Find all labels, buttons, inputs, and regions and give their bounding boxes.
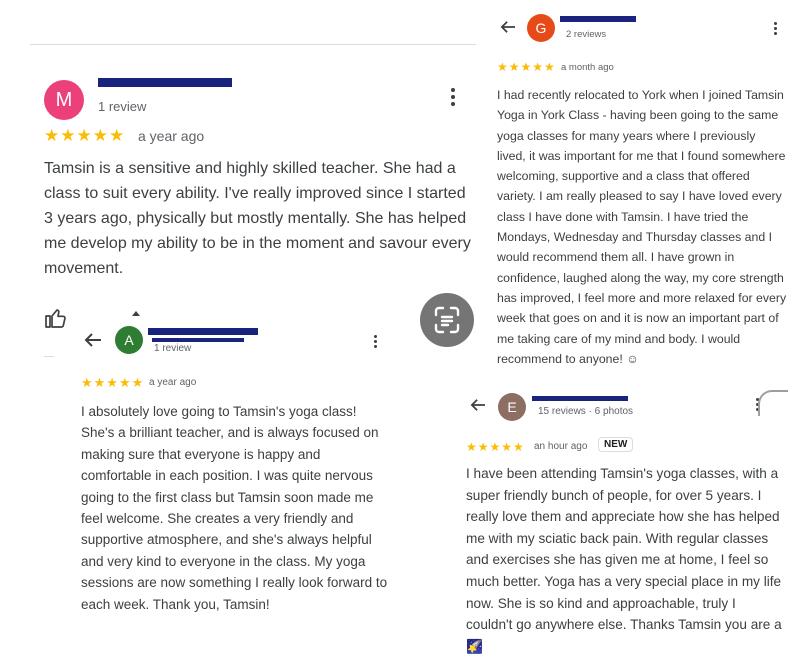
new-badge: NEW: [598, 437, 634, 452]
divider: [44, 356, 54, 357]
review-text: I absolutely love going to Tamsin's yoga…: [81, 404, 388, 612]
redacted-name: [98, 78, 232, 87]
avatar-letter: A: [124, 332, 134, 348]
avatar-letter: M: [55, 88, 73, 111]
review-time: a year ago: [138, 128, 205, 144]
back-arrow-icon[interactable]: [470, 398, 486, 417]
review-text: Tamsin is a sensitive and highly skilled…: [44, 160, 471, 277]
thumbs-up-icon[interactable]: [44, 306, 68, 330]
reviewer-meta: 1 review: [154, 343, 192, 354]
back-arrow-icon[interactable]: [500, 20, 516, 39]
more-vert-icon[interactable]: [774, 22, 777, 35]
review-text: I have been attending Tamsin's yoga clas…: [466, 466, 782, 654]
reviewer-meta: 2 reviews: [566, 29, 607, 40]
reviewer-avatar[interactable]: G: [527, 14, 555, 42]
review-card-1: M 1 review ★★★★★ a year ago Tamsin is a …: [30, 44, 476, 360]
reviewer-avatar[interactable]: M: [44, 80, 84, 120]
review-text: I had recently relocated to York when I …: [497, 88, 787, 366]
back-arrow-icon[interactable]: [84, 332, 102, 353]
avatar-letter: E: [507, 399, 517, 415]
star-rating: ★★★★★: [497, 60, 556, 74]
review-card-3: G 2 reviews ★★★★★ a month ago I had rece…: [490, 8, 790, 388]
reviewer-avatar[interactable]: E: [498, 393, 526, 421]
star-rating: ★★★★★: [466, 440, 525, 454]
review-time: an hour ago: [534, 441, 588, 452]
avatar-letter: G: [535, 20, 547, 36]
reviewer-avatar[interactable]: A: [115, 326, 143, 354]
review-time: a year ago: [149, 377, 197, 388]
star-rating: ★★★★★: [44, 126, 126, 145]
redacted-name: [148, 328, 258, 335]
scroll-edge: [758, 390, 788, 416]
more-vert-icon[interactable]: [451, 88, 455, 106]
more-vert-icon[interactable]: [374, 335, 377, 348]
redacted-name: [532, 396, 628, 401]
reviewer-meta: 15 reviews · 6 photos: [538, 406, 634, 417]
lens-scan-icon[interactable]: [420, 293, 474, 347]
redacted-name: [152, 338, 244, 342]
review-card-4: E 15 reviews · 6 photos ★★★★★ an hour ag…: [458, 390, 788, 670]
share-icon[interactable]: [132, 306, 140, 316]
review-time: a month ago: [561, 62, 614, 73]
reviewer-meta: 1 review: [98, 99, 147, 114]
redacted-name: [560, 16, 636, 22]
divider: [30, 44, 476, 45]
star-rating: ★★★★★: [81, 375, 145, 390]
review-card-2: A 1 review ★★★★★ a year ago I absolutely…: [74, 316, 400, 670]
